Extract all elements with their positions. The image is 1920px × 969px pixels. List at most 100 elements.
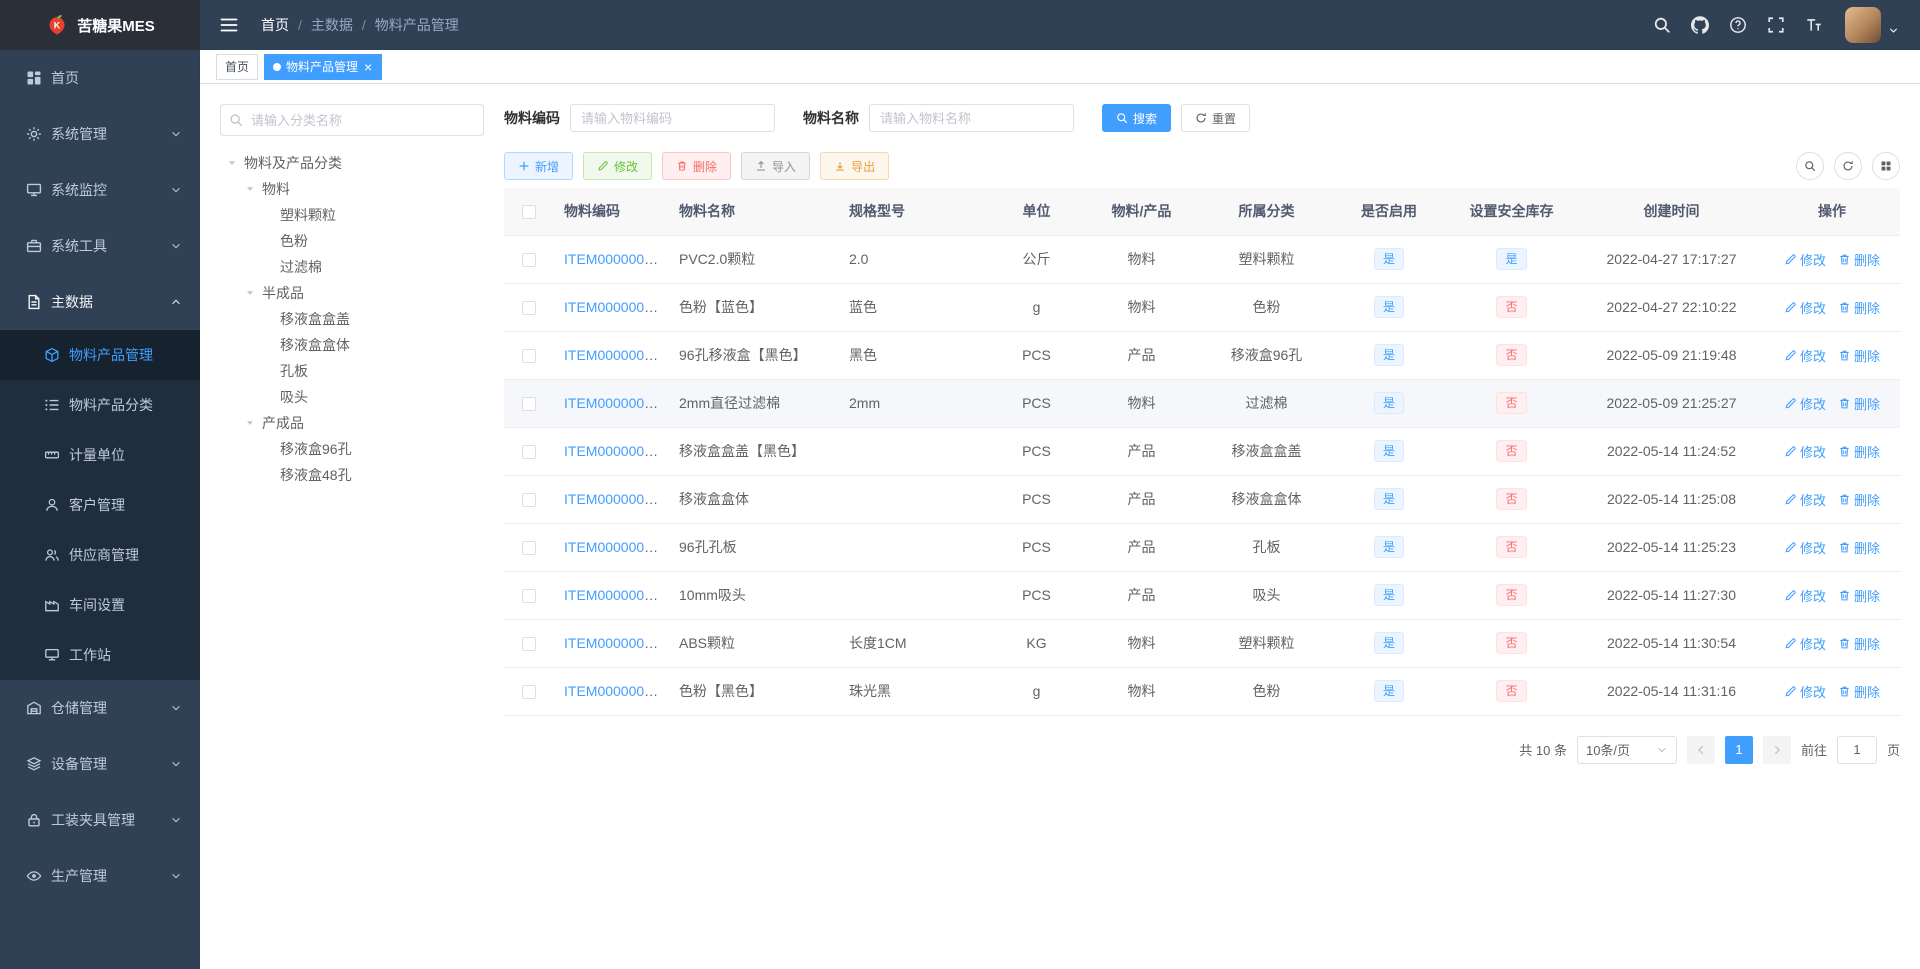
delete-button[interactable]: 删除: [662, 152, 732, 180]
row-checkbox[interactable]: [522, 541, 536, 556]
tab-home[interactable]: 首页: [216, 53, 259, 80]
next-page-button[interactable]: [1762, 735, 1791, 764]
edit-button[interactable]: 修改: [583, 152, 653, 180]
sidebar-toggle-button[interactable]: [215, 11, 243, 39]
import-button[interactable]: 导入: [741, 152, 811, 180]
reset-button[interactable]: 重置: [1181, 104, 1251, 132]
prev-page-button[interactable]: [1686, 735, 1715, 764]
delete-row-link[interactable]: 删除: [1838, 298, 1880, 317]
sidebar-item-workstation[interactable]: 工作站: [0, 630, 200, 680]
delete-row-link[interactable]: 删除: [1838, 442, 1880, 461]
material-code-link[interactable]: ITEM00000056: [564, 683, 660, 699]
edit-row-link[interactable]: 修改: [1784, 394, 1826, 413]
refresh-table-button[interactable]: [1834, 152, 1862, 180]
tree-node[interactable]: 过滤棉: [220, 254, 484, 280]
github-button[interactable]: [1681, 0, 1719, 50]
breadcrumb-item[interactable]: 主数据: [311, 15, 353, 35]
edit-row-link[interactable]: 修改: [1784, 538, 1826, 557]
edit-row-link[interactable]: 修改: [1784, 442, 1826, 461]
header-search-button[interactable]: [1643, 0, 1681, 50]
row-checkbox[interactable]: [522, 397, 536, 412]
sidebar-item-customer-mgmt[interactable]: 客户管理: [0, 480, 200, 530]
edit-row-link[interactable]: 修改: [1784, 634, 1826, 653]
category-search-input[interactable]: [220, 104, 484, 136]
edit-row-link[interactable]: 修改: [1784, 346, 1826, 365]
tree-node[interactable]: 移液盒盒体: [220, 332, 484, 358]
delete-row-link[interactable]: 删除: [1838, 586, 1880, 605]
delete-row-link[interactable]: 删除: [1838, 634, 1880, 653]
sidebar-item-master-data[interactable]: 主数据: [0, 274, 200, 330]
edit-row-link[interactable]: 修改: [1784, 250, 1826, 269]
delete-row-link[interactable]: 删除: [1838, 346, 1880, 365]
tree-node[interactable]: 移液盒48孔: [220, 462, 484, 488]
delete-row-link[interactable]: 删除: [1838, 394, 1880, 413]
columns-visibility-button[interactable]: [1872, 152, 1900, 180]
search-button[interactable]: 搜索: [1102, 104, 1172, 132]
page-number-button[interactable]: 1: [1724, 735, 1753, 764]
row-checkbox[interactable]: [522, 493, 536, 508]
material-code-link[interactable]: ITEM00000051: [564, 443, 660, 459]
caret-icon[interactable]: [227, 155, 237, 171]
close-icon[interactable]: ×: [363, 60, 373, 74]
export-button[interactable]: 导出: [820, 152, 890, 180]
font-size-button[interactable]: [1795, 0, 1833, 50]
tree-node[interactable]: 半成品: [220, 280, 484, 306]
sidebar-item-production-mgmt[interactable]: 生产管理: [0, 848, 200, 904]
caret-icon[interactable]: [245, 285, 255, 301]
tree-node[interactable]: 吸头: [220, 384, 484, 410]
material-code-link[interactable]: ITEM00000052: [564, 491, 660, 507]
breadcrumb-item[interactable]: 首页: [261, 15, 289, 35]
add-button[interactable]: 新增: [504, 152, 574, 180]
tree-node[interactable]: 塑料颗粒: [220, 202, 484, 228]
edit-row-link[interactable]: 修改: [1784, 490, 1826, 509]
delete-row-link[interactable]: 删除: [1838, 682, 1880, 701]
sidebar-item-material-product-mgmt[interactable]: 物料产品管理: [0, 330, 200, 380]
tree-node[interactable]: 物料及产品分类: [220, 150, 484, 176]
tree-node[interactable]: 产成品: [220, 410, 484, 436]
help-button[interactable]: [1719, 0, 1757, 50]
fullscreen-button[interactable]: [1757, 0, 1795, 50]
material-code-link[interactable]: ITEM00000054: [564, 587, 660, 603]
material-code-link[interactable]: ITEM00000049: [564, 395, 660, 411]
tree-node[interactable]: 移液盒96孔: [220, 436, 484, 462]
tree-node[interactable]: 孔板: [220, 358, 484, 384]
sidebar-item-system-tools[interactable]: 系统工具: [0, 218, 200, 274]
caret-icon[interactable]: [245, 415, 255, 431]
delete-row-link[interactable]: 删除: [1838, 490, 1880, 509]
material-code-link[interactable]: ITEM00000041: [564, 299, 660, 315]
caret-icon[interactable]: [245, 181, 255, 197]
sidebar-item-material-product-category[interactable]: 物料产品分类: [0, 380, 200, 430]
row-checkbox[interactable]: [522, 445, 536, 460]
edit-row-link[interactable]: 修改: [1784, 298, 1826, 317]
sidebar-item-home[interactable]: 首页: [0, 50, 200, 106]
material-code-link[interactable]: ITEM00000037: [564, 251, 660, 267]
sidebar-item-system-monitor[interactable]: 系统监控: [0, 162, 200, 218]
row-checkbox[interactable]: [522, 685, 536, 700]
goto-page-input[interactable]: [1836, 735, 1877, 764]
material-code-link[interactable]: ITEM00000055: [564, 635, 660, 651]
sidebar-item-measure-unit[interactable]: 计量单位: [0, 430, 200, 480]
app-logo[interactable]: K 苦糖果MES: [0, 0, 200, 50]
user-menu[interactable]: [1833, 7, 1905, 43]
material-code-link[interactable]: ITEM00000046: [564, 347, 660, 363]
sidebar-item-workshop-settings[interactable]: 车间设置: [0, 580, 200, 630]
row-checkbox[interactable]: [522, 589, 536, 604]
tree-node[interactable]: 物料: [220, 176, 484, 202]
material-code-link[interactable]: ITEM00000053: [564, 539, 660, 555]
sidebar-item-fixture-mgmt[interactable]: 工装夹具管理: [0, 792, 200, 848]
tree-node[interactable]: 色粉: [220, 228, 484, 254]
sidebar-item-system-mgmt[interactable]: 系统管理: [0, 106, 200, 162]
row-checkbox[interactable]: [522, 637, 536, 652]
sidebar-item-supplier-mgmt[interactable]: 供应商管理: [0, 530, 200, 580]
select-all-checkbox[interactable]: [522, 205, 536, 220]
row-checkbox[interactable]: [522, 349, 536, 364]
edit-row-link[interactable]: 修改: [1784, 586, 1826, 605]
delete-row-link[interactable]: 删除: [1838, 250, 1880, 269]
edit-row-link[interactable]: 修改: [1784, 682, 1826, 701]
material-code-input[interactable]: [570, 104, 775, 132]
row-checkbox[interactable]: [522, 253, 536, 268]
material-name-input[interactable]: [869, 104, 1074, 132]
delete-row-link[interactable]: 删除: [1838, 538, 1880, 557]
toggle-search-button[interactable]: [1796, 152, 1824, 180]
row-checkbox[interactable]: [522, 301, 536, 316]
